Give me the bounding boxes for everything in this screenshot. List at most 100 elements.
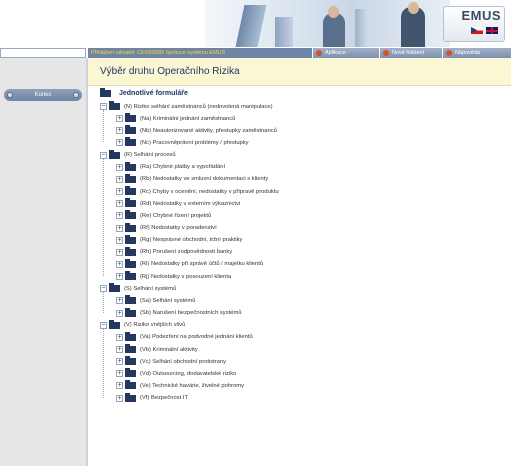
expand-toggle-icon[interactable]: +: [116, 224, 123, 232]
folder-icon: [109, 319, 120, 329]
tree-leaf-node[interactable]: + (Rc) Chyby v ocenění, nedostatky v příp…: [116, 186, 279, 197]
tree-leaf-node[interactable]: + (Na) Kriminální jednání zaměstnanců: [116, 113, 235, 124]
folder-icon: [125, 173, 136, 183]
tree-leaf-node[interactable]: + (Rf) Nedostatky v poradenství: [116, 222, 217, 234]
expand-toggle-icon[interactable]: +: [116, 297, 123, 305]
konec-button[interactable]: Konec: [4, 89, 82, 101]
tree-leaf-label[interactable]: (Vb) Kriminální aktivity: [140, 347, 198, 353]
tree-leaf-node[interactable]: + (Re) Chybné řízení projektů: [116, 210, 211, 221]
tree-group-label[interactable]: (S) Selhání systémů: [124, 286, 176, 292]
tree-leaf-label[interactable]: (Ra) Chybné platby a vypořádání: [140, 164, 225, 170]
tree-leaf-node[interactable]: + (Rj) Nedostatky v posouzení klienta: [116, 271, 231, 282]
folder-icon: [109, 283, 120, 293]
banner-person: [323, 13, 345, 47]
tree-leaf-label[interactable]: (Nc) Pracovněprávní problémy / přestupky: [140, 140, 249, 146]
tree-leaf-label[interactable]: (Nb) Neautorizované aktivity, přestupky …: [140, 128, 277, 134]
tree-leaf-label[interactable]: (Vd) Outsourcing, dodavatelské riziko: [140, 371, 236, 377]
status-bar: Přihlášen uživatel: CEN99999 Správce sys…: [88, 48, 511, 58]
collapse-toggle-icon[interactable]: −: [100, 321, 107, 329]
left-input-field[interactable]: [0, 48, 86, 58]
tree-group-node[interactable]: − (V) Riziko vnějších vlivů: [100, 319, 185, 331]
tree-group-label[interactable]: (R) Selhání procesů: [124, 152, 176, 158]
expand-toggle-icon[interactable]: +: [116, 382, 123, 390]
tree-leaf-label[interactable]: (Re) Chybné řízení projektů: [140, 213, 211, 219]
collapse-toggle-icon[interactable]: −: [100, 285, 107, 293]
tree-leaf-node[interactable]: + (Vd) Outsourcing, dodavatelské riziko: [116, 368, 236, 379]
expand-toggle-icon[interactable]: +: [116, 358, 123, 366]
tree-leaf-node[interactable]: + (Nb) Neautorizované aktivity, přestupky…: [116, 125, 277, 136]
tree-leaf-label[interactable]: (Rg) Nesprávné obchodní, tržní praktiky: [140, 237, 242, 243]
tree-leaf-label[interactable]: (Vc) Selhání obchodní protistrany: [140, 359, 226, 365]
expand-toggle-icon[interactable]: +: [116, 370, 123, 378]
expand-toggle-icon[interactable]: +: [116, 175, 123, 183]
tree-leaf-node[interactable]: + (Rd) Nedostatky v externím výkaznictví: [116, 198, 241, 209]
expand-toggle-icon[interactable]: +: [116, 273, 123, 281]
tree-leaf-node[interactable]: + (Rh) Porušení zodpovědnosti banky: [116, 246, 232, 258]
page-header: Výběr druhu Operačního Rizika: [88, 58, 511, 86]
tree-leaf-label[interactable]: (Rb) Nedostatky ve smluvní dokumentaci s…: [140, 176, 268, 182]
tree-leaf-node[interactable]: + (Sb) Narušení bezpečnostních systémů: [116, 307, 242, 319]
tree-group-node[interactable]: − (R) Selhání procesů: [100, 149, 176, 161]
folder-icon: [125, 344, 136, 353]
collapse-toggle-icon[interactable]: −: [100, 151, 107, 159]
expand-toggle-icon[interactable]: +: [116, 260, 123, 268]
expand-toggle-icon[interactable]: +: [116, 188, 123, 196]
expand-toggle-icon[interactable]: +: [116, 248, 123, 256]
tree-leaf-node[interactable]: + (Rg) Nesprávné obchodní, tržní praktiky: [116, 234, 242, 246]
tree-leaf-node[interactable]: + (Vf) Bezpečnost IT: [116, 392, 188, 404]
tree-leaf-node[interactable]: + (Ve) Technické havárie, živelné pohromy: [116, 380, 244, 391]
expand-toggle-icon[interactable]: +: [116, 139, 123, 147]
expand-toggle-icon[interactable]: +: [116, 236, 123, 244]
expand-toggle-icon[interactable]: +: [116, 127, 123, 135]
tree-leaf-label[interactable]: (Rf) Nedostatky v poradenství: [140, 225, 217, 231]
expand-toggle-icon[interactable]: +: [116, 394, 123, 402]
menu-item-aplikace[interactable]: Aplikace: [312, 48, 379, 58]
tree-leaf-node[interactable]: + (Nc) Pracovněprávní problémy / přestupk…: [116, 137, 249, 148]
folder-icon: [125, 368, 136, 378]
tree-group-node[interactable]: − (N) Riziko selhání zaměstnanců (nedovol…: [100, 101, 273, 112]
expand-toggle-icon[interactable]: +: [116, 115, 123, 123]
konec-label: Konec: [34, 92, 52, 98]
tree-guide-line: [103, 328, 104, 398]
tree-leaf-node[interactable]: + (Vb) Kriminální aktivity: [116, 344, 198, 355]
tree-leaf-node[interactable]: + (Sa) Selhání systémů: [116, 295, 195, 306]
tree-leaf-label[interactable]: (Va) Podezření na podvodné jednání klien…: [140, 334, 253, 340]
tree-leaf-label[interactable]: (Sb) Narušení bezpečnostních systémů: [140, 310, 242, 316]
flag-cz-icon[interactable]: [471, 27, 483, 34]
tree-leaf-node[interactable]: + (Rb) Nedostatky ve smluvní dokumentaci …: [116, 173, 268, 185]
left-sidebar: Konec: [0, 58, 86, 466]
tree-leaf-label[interactable]: (Rd) Nedostatky v externím výkaznictví: [140, 201, 241, 207]
expand-toggle-icon[interactable]: +: [116, 309, 123, 317]
folder-icon: [125, 271, 136, 281]
folder-icon: [125, 210, 136, 220]
expand-toggle-icon[interactable]: +: [116, 163, 123, 171]
tree-leaf-label[interactable]: (Rc) Chyby v ocenění, nedostatky v přípr…: [140, 189, 279, 195]
tree-leaf-label[interactable]: (Rj) Nedostatky v posouzení klienta: [140, 274, 231, 280]
tree-leaf-label[interactable]: (Vf) Bezpečnost IT: [140, 395, 188, 401]
page-title: Výběr druhu Operačního Rizika: [100, 66, 240, 77]
tree-leaf-node[interactable]: + (Ra) Chybné platby a vypořádání: [116, 161, 225, 173]
tree-leaf-label[interactable]: (Rh) Porušení zodpovědnosti banky: [140, 249, 232, 255]
tree-leaf-label[interactable]: (Ri) Nedostatky při správě účtů / majetk…: [140, 261, 263, 267]
expand-toggle-icon[interactable]: +: [116, 200, 123, 208]
folder-icon: [125, 380, 136, 390]
tree-group-label[interactable]: (N) Riziko selhání zaměstnanců (nedovole…: [124, 104, 273, 110]
tree-group-label[interactable]: (V) Riziko vnějších vlivů: [124, 322, 185, 328]
collapse-toggle-icon[interactable]: −: [100, 103, 107, 110]
tree-leaf-node[interactable]: + (Ri) Nedostatky při správě účtů / majet…: [116, 258, 263, 270]
tree-leaf-label[interactable]: (Sa) Selhání systémů: [140, 298, 195, 304]
tree-leaf-label[interactable]: (Na) Kriminální jednání zaměstnanců: [140, 116, 235, 122]
expand-toggle-icon[interactable]: +: [116, 346, 123, 353]
expand-toggle-icon[interactable]: +: [116, 333, 123, 341]
banner-person-head: [328, 6, 339, 18]
flag-uk-icon[interactable]: [486, 27, 498, 34]
tree-leaf-node[interactable]: + (Va) Podezření na podvodné jednání klie…: [116, 331, 253, 343]
tree-group-node[interactable]: − (S) Selhání systémů: [100, 283, 176, 294]
banner-building: [275, 17, 293, 47]
expand-toggle-icon[interactable]: +: [116, 212, 123, 220]
menu-item-nove-hlaseni[interactable]: Nové hlášení: [379, 48, 442, 58]
tree-leaf-label[interactable]: (Ve) Technické havárie, živelné pohromy: [140, 383, 244, 389]
menu-item-napoveda[interactable]: Nápověda: [442, 48, 511, 58]
tree-leaf-node[interactable]: + (Vc) Selhání obchodní protistrany: [116, 356, 226, 367]
menu-bullet-icon: [383, 50, 389, 56]
